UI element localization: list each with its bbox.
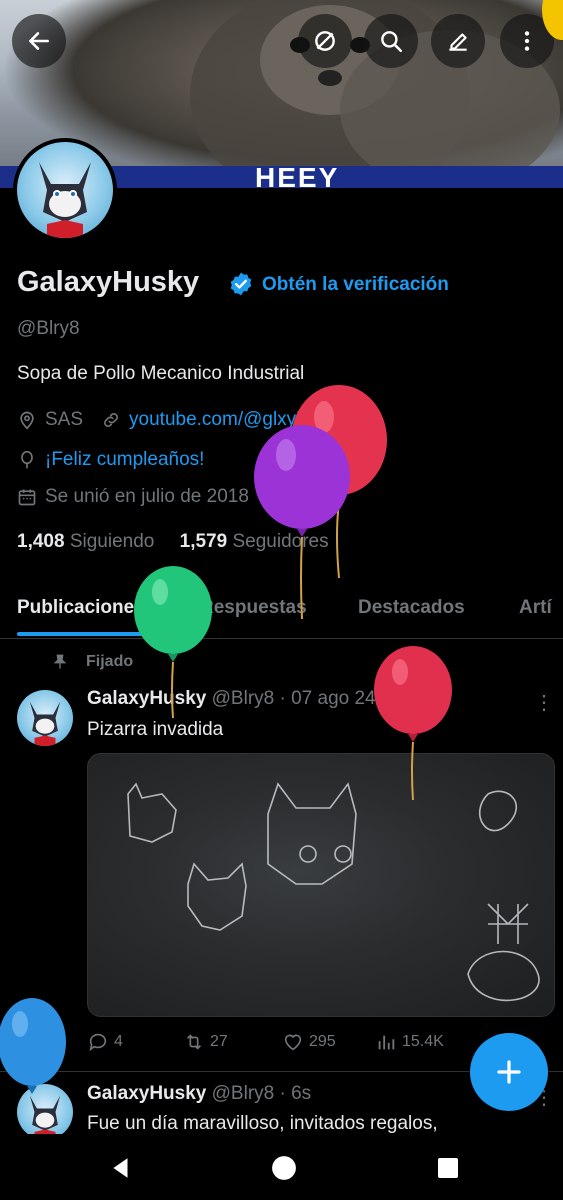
post-meta: @Blry8 · 07 ago 24 — [211, 688, 376, 709]
post-text: Pizarra invadida — [87, 719, 224, 740]
joined-row: Se unió en julio de 2018 › — [17, 486, 269, 508]
husky-avatar-image — [29, 701, 61, 746]
compose-button[interactable] — [470, 1033, 548, 1111]
post-text: Fue un día maravilloso, invitados regalo… — [87, 1113, 438, 1134]
post-author[interactable]: GalaxyHusky — [87, 1083, 206, 1104]
like-button[interactable]: 295 — [282, 1031, 336, 1053]
birthday-row: ¡Feliz cumpleaños! — [17, 449, 204, 471]
tab-articles[interactable]: Artí — [519, 597, 552, 619]
post-image[interactable] — [87, 753, 555, 1017]
repost-count: 27 — [210, 1033, 228, 1050]
chalkboard-drawing — [127, 782, 540, 1002]
post-header: GalaxyHusky @Blry8 · 07 ago 24 — [87, 688, 376, 710]
husky-avatar-image — [39, 162, 91, 238]
balloon-icon — [21, 450, 33, 469]
like-icon — [284, 1034, 302, 1051]
balloon-purple — [254, 425, 350, 620]
profile-avatar[interactable] — [13, 138, 117, 242]
pinned-indicator: Fijado — [52, 653, 133, 671]
profile-name: GalaxyHusky — [17, 266, 200, 298]
views-icon — [378, 1035, 395, 1050]
reply-button[interactable]: 4 — [87, 1031, 123, 1053]
pin-icon — [53, 654, 67, 669]
balloon-green — [134, 566, 212, 719]
following-count: 1,408 — [17, 531, 65, 552]
reply-count: 4 — [114, 1033, 123, 1050]
balloon-blue — [0, 998, 66, 1094]
edit-icon — [449, 33, 467, 51]
verified-badge-icon — [230, 272, 252, 296]
hide-button[interactable] — [298, 14, 352, 68]
recents-square-icon[interactable] — [436, 1156, 460, 1180]
post-meta: @Blry8 · 6s — [211, 1083, 312, 1104]
tab-highlights[interactable]: Destacados — [358, 597, 465, 619]
profile-handle: @Blry8 — [17, 318, 80, 339]
post-avatar[interactable] — [17, 690, 73, 746]
followers-count: 1,579 — [179, 531, 228, 552]
back-arrow-icon — [29, 32, 49, 50]
back-button[interactable] — [12, 14, 66, 68]
repost-icon — [186, 1034, 202, 1050]
back-triangle-icon[interactable] — [108, 1155, 134, 1181]
hide-icon — [315, 31, 335, 51]
link-icon — [104, 413, 118, 427]
birthday-link[interactable]: ¡Feliz cumpleaños! — [45, 449, 204, 471]
search-icon — [381, 31, 403, 53]
following-link[interactable]: 1,408 Siguiendo — [17, 531, 154, 552]
post-header: GalaxyHusky @Blry8 · 6s — [87, 1083, 311, 1105]
following-label: Siguiendo — [69, 531, 155, 552]
edit-button[interactable] — [431, 14, 485, 68]
views-count: 15.4K — [402, 1033, 444, 1050]
joined-text: Se unió en julio de 2018 — [45, 486, 249, 507]
compose-plus-icon — [497, 1060, 521, 1084]
pinned-label: Fijado — [86, 653, 134, 670]
get-verified-link[interactable]: Obtén la verificación — [262, 274, 449, 296]
balloon-red-small — [374, 646, 452, 801]
tab-posts[interactable]: Publicaciones — [17, 597, 145, 619]
profile-bio: Sopa de Pollo Mecanico Industrial — [17, 363, 305, 384]
home-circle-icon[interactable] — [271, 1155, 297, 1181]
more-vertical-icon — [524, 31, 530, 51]
post-more-button[interactable]: ⋮ — [534, 690, 554, 715]
reply-icon — [89, 1033, 107, 1052]
location-text: SAS — [45, 409, 84, 430]
balloon-decoration — [542, 0, 563, 40]
like-count: 295 — [309, 1033, 336, 1050]
search-button[interactable] — [364, 14, 418, 68]
system-navigation-bar — [0, 1134, 563, 1200]
location-icon — [20, 411, 34, 430]
views-button[interactable]: 15.4K — [375, 1031, 444, 1053]
repost-button[interactable]: 27 — [183, 1031, 228, 1053]
calendar-icon — [18, 489, 36, 506]
